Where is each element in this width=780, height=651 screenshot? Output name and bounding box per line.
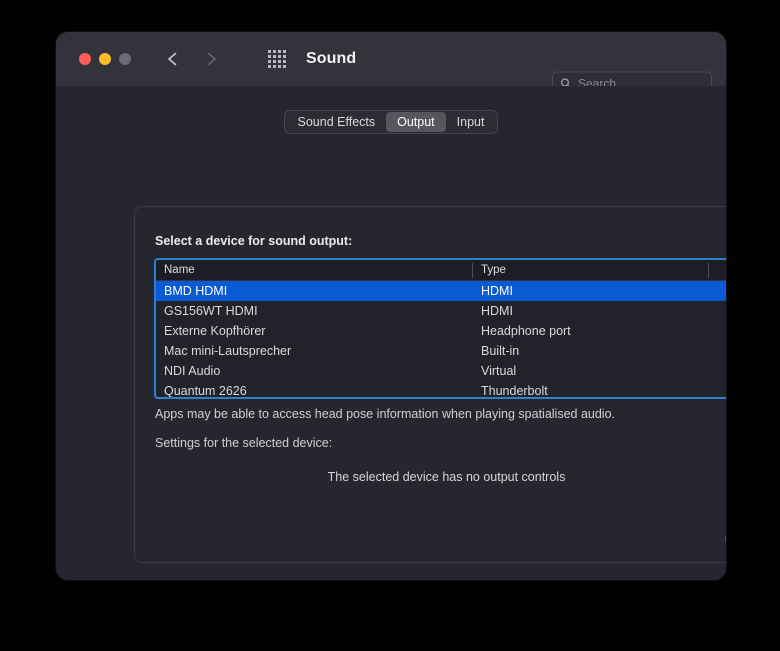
device-select-label: Select a device for sound output: <box>155 234 353 248</box>
device-name: GS156WT HDMI <box>164 304 258 318</box>
chevron-left-icon[interactable] <box>164 50 182 68</box>
device-name: Mac mini-Lautsprecher <box>164 344 292 358</box>
close-button[interactable] <box>79 53 91 65</box>
tab-output[interactable]: Output <box>386 112 446 132</box>
column-divider-2[interactable] <box>708 263 709 278</box>
table-row[interactable]: NDI Audio Virtual <box>156 361 726 381</box>
tab-input[interactable]: Input <box>446 112 496 132</box>
window-titlebar: Sound <box>56 32 726 95</box>
help-button[interactable]: ? <box>725 529 726 549</box>
output-settings-panel: Select a device for sound output: Name T… <box>134 206 726 563</box>
spatial-audio-note: Apps may be able to access head pose inf… <box>155 407 616 421</box>
segmented-control: Sound Effects Output Input <box>283 110 499 134</box>
page-title: Sound <box>306 50 357 67</box>
tab-sound-effects[interactable]: Sound Effects <box>287 112 387 132</box>
grid-view-icon[interactable] <box>268 50 286 68</box>
navigation-controls <box>164 50 286 68</box>
selected-device-settings-label: Settings for the selected device: <box>155 436 333 450</box>
table-row[interactable]: Quantum 2626 Thunderbolt <box>156 381 726 398</box>
device-type: HDMI <box>481 304 513 318</box>
device-name: NDI Audio <box>164 364 221 378</box>
table-row[interactable]: Mac mini-Lautsprecher Built-in <box>156 341 726 361</box>
traffic-light-buttons <box>79 53 131 65</box>
chevron-right-icon[interactable] <box>202 50 220 68</box>
table-row[interactable]: BMD HDMI HDMI <box>156 281 726 301</box>
device-type: Built-in <box>481 344 520 358</box>
device-name: Externe Kopfhörer <box>164 324 266 338</box>
table-row[interactable]: GS156WT HDMI HDMI <box>156 301 726 321</box>
sound-preferences-window: Sound Sound Effects Output Input Select … <box>56 32 726 580</box>
device-name: BMD HDMI <box>164 284 228 298</box>
minimize-button[interactable] <box>99 53 111 65</box>
device-type: HDMI <box>481 284 513 298</box>
window-body: Sound Effects Output Input Select a devi… <box>56 86 726 580</box>
no-output-controls-message: The selected device has no output contro… <box>327 470 566 484</box>
table-row[interactable]: Externe Kopfhörer Headphone port <box>156 321 726 341</box>
device-type: Headphone port <box>481 324 571 338</box>
device-table-header: Name Type <box>156 260 726 281</box>
maximize-button[interactable] <box>119 53 131 65</box>
device-table-body: BMD HDMI HDMI GS156WT HDMI HDMI Externe … <box>156 281 726 398</box>
column-header-type[interactable]: Type <box>473 260 506 281</box>
device-type: Virtual <box>481 364 517 378</box>
device-table[interactable]: Name Type BMD HDMI HDMI GS156WT HDMI HDM… <box>154 258 726 399</box>
column-header-name[interactable]: Name <box>156 260 195 281</box>
device-name: Quantum 2626 <box>164 384 247 398</box>
device-type: Thunderbolt <box>481 384 548 398</box>
tab-bar: Sound Effects Output Input <box>56 110 726 134</box>
